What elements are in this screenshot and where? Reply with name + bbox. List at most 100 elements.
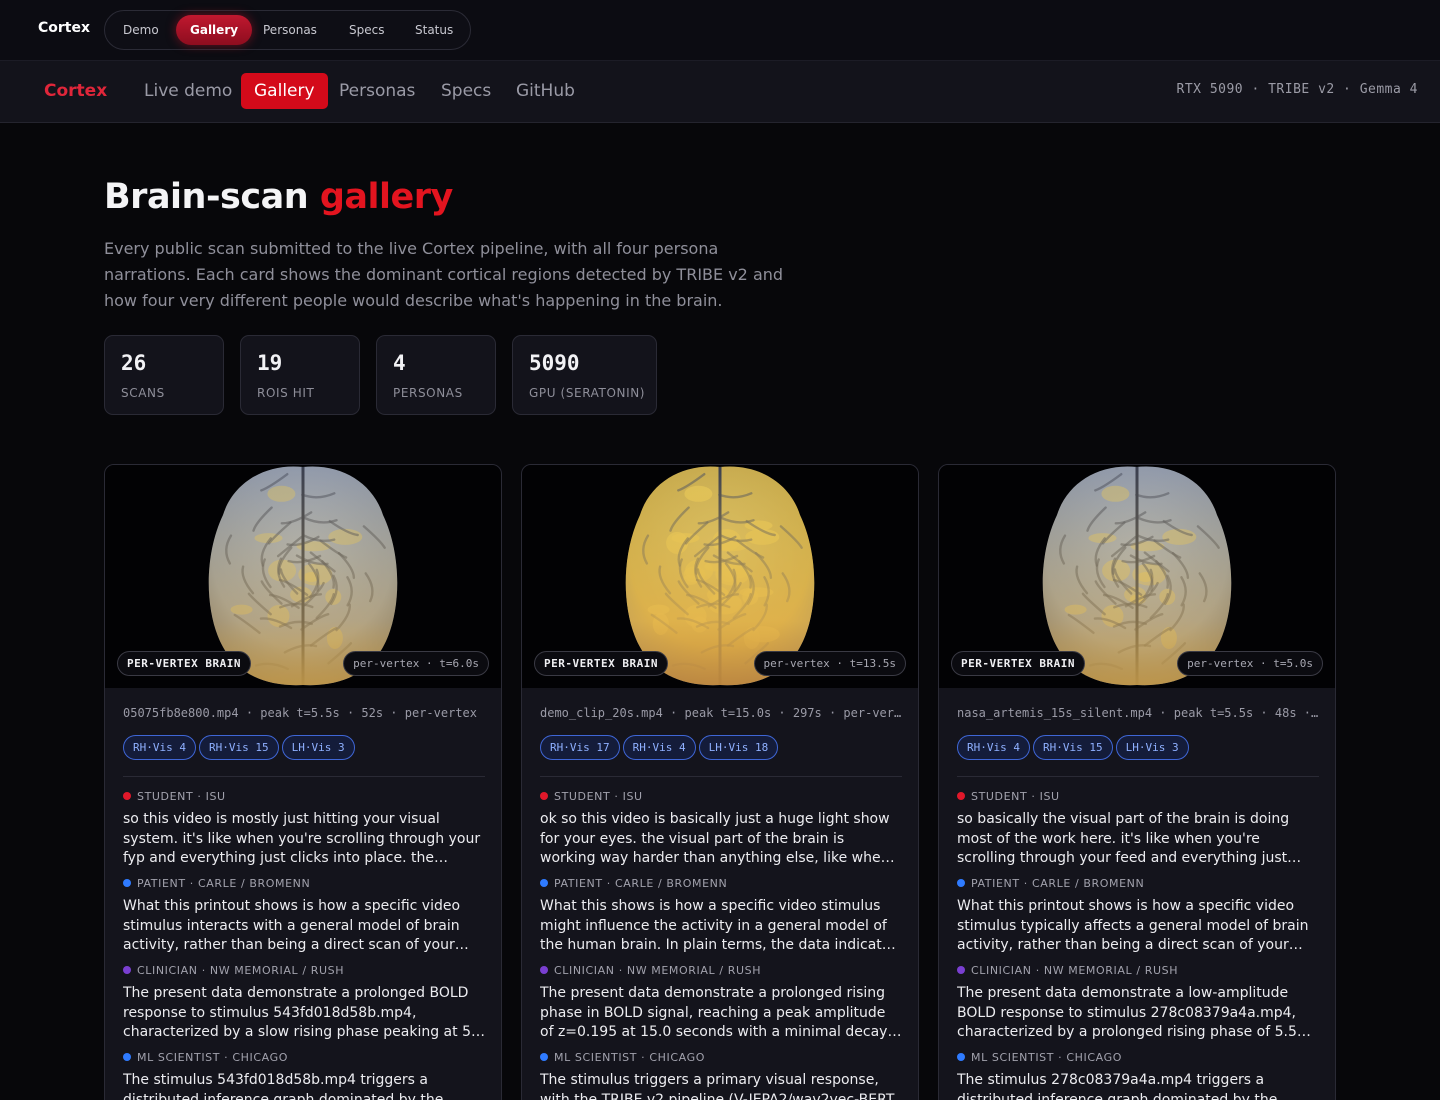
roi-chip[interactable]: RH·Vis 15 xyxy=(198,735,279,760)
pill-nav: Demo Gallery Personas Specs Status xyxy=(104,10,471,50)
persona-narration: PATIENT · CARLE / BROMENN What this show… xyxy=(540,877,902,957)
pill-nav-personas[interactable]: Personas xyxy=(249,15,331,45)
persona-dot-icon xyxy=(957,966,965,974)
persona-dot-icon xyxy=(957,1053,965,1061)
persona-text: The present data demonstrate a prolonged… xyxy=(123,985,485,1044)
persona-narration: CLINICIAN · NW MEMORIAL / RUSH The prese… xyxy=(957,964,1319,1044)
roi-chip[interactable]: RH·Vis 4 xyxy=(957,735,1030,760)
persona-dot-icon xyxy=(957,879,965,887)
persona-narration: ML SCIENTIST · CHICAGO The stimulus 278c… xyxy=(957,1051,1319,1100)
roi-chip[interactable]: LH·Vis 18 xyxy=(698,735,779,760)
persona-label: PATIENT · CARLE / BROMENN xyxy=(540,877,902,891)
persona-text: What this printout shows is how a specif… xyxy=(957,898,1309,957)
stat-value: 4 xyxy=(393,351,406,375)
persona-dot-icon xyxy=(123,1053,131,1061)
scan-file-meta: demo_clip_20s.mp4 · peak t=15.0s · 297s … xyxy=(540,706,902,720)
persona-name: STUDENT · ISU xyxy=(137,790,226,803)
persona-name: PATIENT · CARLE / BROMENN xyxy=(971,877,1145,890)
divider xyxy=(123,776,485,777)
persona-text: The stimulus 278c08379a4a.mp4 triggers a… xyxy=(957,1072,1278,1100)
roi-chip[interactable]: RH·Vis 4 xyxy=(622,735,696,760)
brain-visual[interactable]: PER-VERTEX BRAIN per-vertex · t=13.5s xyxy=(522,465,918,688)
persona-text: ok so this video is basically just a hug… xyxy=(540,811,890,870)
persona-label: ML SCIENTIST · CHICAGO xyxy=(957,1051,1319,1065)
brain-visual[interactable]: PER-VERTEX BRAIN per-vertex · t=6.0s xyxy=(105,465,501,688)
persona-narration: STUDENT · ISU so this video is mostly ju… xyxy=(123,790,485,870)
scan-card[interactable]: PER-VERTEX BRAIN per-vertex · t=6.0s 050… xyxy=(104,464,502,1100)
persona-label: CLINICIAN · NW MEMORIAL / RUSH xyxy=(123,964,485,978)
persona-label: CLINICIAN · NW MEMORIAL / RUSH xyxy=(540,964,902,978)
stat-label: PERSONAS xyxy=(393,386,463,400)
persona-name: PATIENT · CARLE / BROMENN xyxy=(137,877,311,890)
persona-text: so this video is mostly just hitting you… xyxy=(123,811,481,870)
persona-dot-icon xyxy=(540,966,548,974)
roi-chip-list: RH·Vis 17 RH·Vis 4 LH·Vis 18 xyxy=(540,735,781,760)
pill-nav-gallery[interactable]: Gallery xyxy=(176,15,253,45)
persona-text: What this shows is how a specific video … xyxy=(540,898,898,957)
pill-nav-status[interactable]: Status xyxy=(401,15,467,45)
roi-chip[interactable]: RH·Vis 15 xyxy=(1032,735,1113,760)
divider xyxy=(957,776,1319,777)
persona-dot-icon xyxy=(540,792,548,800)
nav-item-specs[interactable]: Specs xyxy=(428,73,504,109)
roi-chip-list: RH·Vis 4 RH·Vis 15 LH·Vis 3 xyxy=(957,735,1192,760)
persona-text: so basically the visual part of the brai… xyxy=(957,811,1290,870)
nav-item-personas[interactable]: Personas xyxy=(326,73,428,109)
pill-nav-specs[interactable]: Specs xyxy=(335,15,398,45)
persona-dot-icon xyxy=(123,879,131,887)
persona-text: The present data demonstrate a low-ampli… xyxy=(957,985,1297,1044)
nav-item-live-demo[interactable]: Live demo xyxy=(131,73,245,109)
stat-label: ROIS HIT xyxy=(257,386,315,400)
persona-name: PATIENT · CARLE / BROMENN xyxy=(554,877,728,890)
nav-item-gallery[interactable]: Gallery xyxy=(241,73,328,109)
roi-chip-list: RH·Vis 4 RH·Vis 15 LH·Vis 3 xyxy=(123,735,358,760)
persona-narration: PATIENT · CARLE / BROMENN What this prin… xyxy=(123,877,485,957)
roi-chip[interactable]: LH·Vis 3 xyxy=(1115,735,1189,760)
persona-narration: ML SCIENTIST · CHICAGO The stimulus trig… xyxy=(540,1051,902,1100)
persona-name: ML SCIENTIST · CHICAGO xyxy=(971,1051,1122,1064)
scan-card[interactable]: PER-VERTEX BRAIN per-vertex · t=13.5s de… xyxy=(521,464,919,1100)
stat-value: 26 xyxy=(121,351,147,375)
stat-scans: 26 SCANS xyxy=(104,335,224,415)
top-brand-logo[interactable]: Cortex xyxy=(38,20,90,36)
roi-chip[interactable]: RH·Vis 17 xyxy=(540,735,620,760)
visual-type-badge: PER-VERTEX BRAIN xyxy=(117,651,251,676)
visual-time-badge: per-vertex · t=5.0s xyxy=(1177,651,1323,676)
persona-dot-icon xyxy=(957,792,965,800)
persona-name: ML SCIENTIST · CHICAGO xyxy=(554,1051,705,1064)
page-intro: Every public scan submitted to the live … xyxy=(104,239,784,310)
persona-narration: STUDENT · ISU ok so this video is basica… xyxy=(540,790,902,870)
stat-rois-hit: 19 ROIS HIT xyxy=(240,335,360,415)
persona-text: The stimulus 543fd018d58b.mp4 triggers a… xyxy=(123,1072,444,1100)
persona-dot-icon xyxy=(540,1053,548,1061)
top-mini-nav: Cortex Demo Gallery Personas Specs Statu… xyxy=(0,0,1440,61)
persona-name: CLINICIAN · NW MEMORIAL / RUSH xyxy=(554,964,762,977)
persona-name: CLINICIAN · NW MEMORIAL / RUSH xyxy=(137,964,345,977)
hardware-meta: RTX 5090 · TRIBE v2 · Gemma 4 xyxy=(1176,82,1418,97)
stat-label: SCANS xyxy=(121,386,165,400)
roi-chip[interactable]: RH·Vis 4 xyxy=(123,735,196,760)
stat-value: 5090 xyxy=(529,351,580,375)
scan-file-meta: 05075fb8e800.mp4 · peak t=5.5s · 52s · p… xyxy=(123,706,478,720)
nav-item-github[interactable]: GitHub xyxy=(503,73,588,109)
stat-gpu: 5090 GPU (SERATONIN) xyxy=(512,335,657,415)
visual-time-badge: per-vertex · t=6.0s xyxy=(343,651,489,676)
divider xyxy=(540,776,902,777)
persona-label: STUDENT · ISU xyxy=(123,790,485,804)
visual-time-badge: per-vertex · t=13.5s xyxy=(753,651,906,676)
persona-label: PATIENT · CARLE / BROMENN xyxy=(957,877,1319,891)
stat-label: GPU (SERATONIN) xyxy=(529,386,646,400)
scan-card[interactable]: PER-VERTEX BRAIN per-vertex · t=5.0s nas… xyxy=(938,464,1336,1100)
pill-nav-demo[interactable]: Demo xyxy=(109,15,173,45)
roi-chip[interactable]: LH·Vis 3 xyxy=(281,735,355,760)
persona-narration: CLINICIAN · NW MEMORIAL / RUSH The prese… xyxy=(123,964,485,1044)
nav-brand-logo[interactable]: Cortex xyxy=(44,81,107,101)
brain-visual[interactable]: PER-VERTEX BRAIN per-vertex · t=5.0s xyxy=(939,465,1335,688)
stat-personas: 4 PERSONAS xyxy=(376,335,496,415)
persona-name: STUDENT · ISU xyxy=(554,790,643,803)
persona-name: CLINICIAN · NW MEMORIAL / RUSH xyxy=(971,964,1179,977)
persona-label: STUDENT · ISU xyxy=(957,790,1319,804)
persona-label: PATIENT · CARLE / BROMENN xyxy=(123,877,485,891)
persona-narration: ML SCIENTIST · CHICAGO The stimulus 543f… xyxy=(123,1051,485,1100)
page-title: Brain-scan gallery xyxy=(104,177,453,217)
